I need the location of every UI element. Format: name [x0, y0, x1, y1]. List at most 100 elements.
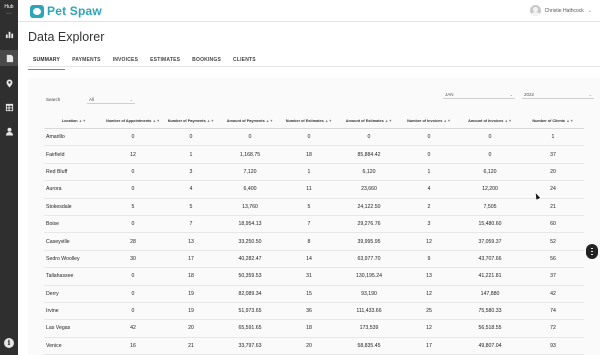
- location-cell: Derry: [46, 290, 59, 297]
- table-cell: 3: [189, 168, 193, 175]
- table-cell: 12: [426, 238, 432, 245]
- tabs-divider: [28, 66, 600, 67]
- table-cell: 60: [550, 221, 556, 228]
- location-select[interactable]: All ⌄: [87, 95, 135, 104]
- table-header-row: Location ▲▼ Number of Appointments ▲▼ Nu…: [44, 114, 584, 129]
- table-cell: 6,120: [362, 168, 376, 175]
- table-cell: 5: [307, 203, 311, 210]
- table-grid-icon[interactable]: [3, 101, 15, 113]
- sort-icon: ▲▼: [504, 118, 512, 123]
- table-row[interactable]: Fairfield 12 1 1,168.75 18 85,884.42 0 0 37: [44, 146, 584, 164]
- table-cell: 51,973.65: [238, 308, 262, 315]
- column-header-location[interactable]: Location ▲▼: [44, 119, 104, 124]
- tab-invoices[interactable]: INVOICES: [108, 54, 144, 70]
- table-cell: 17: [188, 255, 194, 262]
- hub-menu[interactable]: Hub • • •: [0, 4, 18, 16]
- table-row[interactable]: Amarillo 0 0 0 0 0 0 0 1: [44, 129, 584, 147]
- table-cell: 0: [248, 134, 252, 141]
- column-header-payments-amount[interactable]: Amount of Payments ▲▼: [220, 119, 280, 124]
- tab-payments[interactable]: PAYMENTS: [67, 54, 106, 70]
- table-cell: 4: [427, 186, 431, 193]
- app-logo[interactable]: Pet Spaw: [30, 4, 102, 18]
- table-cell: 18: [306, 325, 312, 332]
- column-header-invoices-count[interactable]: Number of Invoices ▲▼: [400, 119, 458, 124]
- table-cell: 0: [131, 290, 135, 297]
- table-cell: 0: [427, 151, 431, 158]
- table-cell: 0: [427, 134, 431, 141]
- table-cell: 0: [367, 134, 371, 141]
- month-select[interactable]: JAN ⌄: [443, 90, 515, 99]
- paw-logo-icon: [30, 4, 44, 18]
- tab-estimates[interactable]: ESTIMATES: [145, 54, 185, 70]
- location-cell: Stokesdale: [46, 203, 72, 210]
- table-cell: 12,200: [482, 186, 498, 193]
- dashboard-icon[interactable]: [3, 28, 15, 40]
- reports-icon[interactable]: [0, 50, 18, 66]
- column-header-payments-count[interactable]: Number of Payments ▲▼: [162, 119, 220, 124]
- table-cell: 8: [307, 238, 311, 245]
- table-row[interactable]: Red Bluff 0 3 7,120 1 6,120 1 6,120 20: [44, 164, 584, 182]
- month-select-value: JAN: [445, 91, 454, 97]
- table-cell: 72: [550, 325, 556, 332]
- table-row[interactable]: Las Vegas 42 20 65,591.65 18 173,539 12 56,518.…: [44, 320, 584, 338]
- table-cell: 13,760: [242, 203, 258, 210]
- table-row[interactable]: Venice 16 21 33,797.63 20 58,835.45 17 49,807.0…: [44, 338, 584, 355]
- table-cell: 24: [550, 186, 556, 193]
- table-row[interactable]: Boise 0 7 18,954.13 7 29,276.76 3 15,480.60 60: [44, 216, 584, 234]
- table-cell: 40,282.47: [238, 255, 262, 262]
- logo-text: Pet Spaw: [47, 4, 102, 18]
- left-nav-rail: Hub • • • i: [0, 0, 18, 355]
- page-title: Data Explorer: [28, 30, 105, 44]
- table-cell: 85,884.42: [357, 151, 381, 158]
- sort-icon: ▲▼: [324, 118, 333, 123]
- table-cell: 147,880: [480, 290, 500, 297]
- table-cell: 37,059.37: [478, 238, 502, 245]
- more-options-button[interactable]: [586, 244, 598, 259]
- table-cell: 0: [131, 221, 135, 228]
- location-cell: Caseyville: [46, 238, 70, 245]
- table-row[interactable]: Aurora 0 4 6,400 11 23,660 4 12,200 24: [44, 181, 584, 199]
- tab-bookings[interactable]: BOOKINGS: [187, 54, 226, 70]
- table-cell: 7: [189, 221, 193, 228]
- column-header-estimates-amount[interactable]: Amount of Estimates ▲▼: [338, 119, 400, 124]
- user-menu[interactable]: Christie Hathcock ⌄: [529, 5, 592, 16]
- location-pin-icon[interactable]: [3, 77, 15, 89]
- table-cell: 18,954.13: [238, 221, 262, 228]
- table-row[interactable]: Caseyville 28 13 33,250.50 8 39,995.95 12 37,05…: [44, 233, 584, 251]
- table-cell: 111,433.66: [356, 308, 382, 315]
- table-cell: 58,835.45: [357, 342, 381, 349]
- column-header-appointments[interactable]: Number of Appointments ▲▼: [104, 119, 162, 124]
- table-row[interactable]: Tallahassee 0 18 50,359.53 31 130,195.24 13 41,…: [44, 268, 584, 286]
- tab-summary[interactable]: SUMMARY: [28, 54, 66, 70]
- table-cell: 18: [306, 151, 312, 158]
- table-row[interactable]: Sedro Woolley 30 17 40,282.47 14 63,977.70 9 43…: [44, 251, 584, 269]
- table-row[interactable]: Irvine 0 19 51,973.65 36 111,433.66 25 75,580.3…: [44, 303, 584, 321]
- table-cell: 37: [550, 151, 556, 158]
- table-cell: 2: [427, 203, 431, 210]
- sort-icon: ▲▼: [78, 118, 87, 123]
- column-header-invoices-amount[interactable]: Amount of Invoices ▲▼: [458, 119, 522, 124]
- table-row[interactable]: Derry 0 19 82,089.34 15 93,190 12 147,880 42: [44, 286, 584, 303]
- table-cell: 6,400: [243, 186, 257, 193]
- year-select[interactable]: 2022 ⌄: [522, 90, 594, 99]
- location-cell: Tallahassee: [46, 273, 74, 280]
- table-row[interactable]: Stokesdale 5 5 13,760 5 24,122.50 2 7,505 21: [44, 199, 584, 216]
- location-cell: Boise: [46, 221, 59, 228]
- person-icon[interactable]: [3, 125, 15, 137]
- table-cell: 93: [550, 342, 556, 349]
- table-cell: 20: [188, 325, 194, 332]
- location-cell: Amarillo: [46, 134, 65, 141]
- location-cell: Aurora: [46, 186, 62, 193]
- table-cell: 63,977.70: [357, 255, 381, 262]
- table-cell: 0: [131, 186, 135, 193]
- table-cell: 15,480.60: [478, 221, 502, 228]
- table-cell: 56,518.55: [478, 325, 502, 332]
- chevron-down-icon: ⌄: [588, 91, 592, 97]
- tab-clients[interactable]: CLIENTS: [228, 54, 261, 70]
- table-cell: 0: [131, 134, 135, 141]
- sort-icon: ▲▼: [566, 118, 574, 123]
- column-header-clients[interactable]: Number of Clients ▲▼: [522, 119, 584, 124]
- info-icon[interactable]: i: [4, 338, 14, 348]
- column-header-estimates-count[interactable]: Number of Estimates ▲▼: [280, 119, 338, 124]
- table-cell: 0: [488, 134, 492, 141]
